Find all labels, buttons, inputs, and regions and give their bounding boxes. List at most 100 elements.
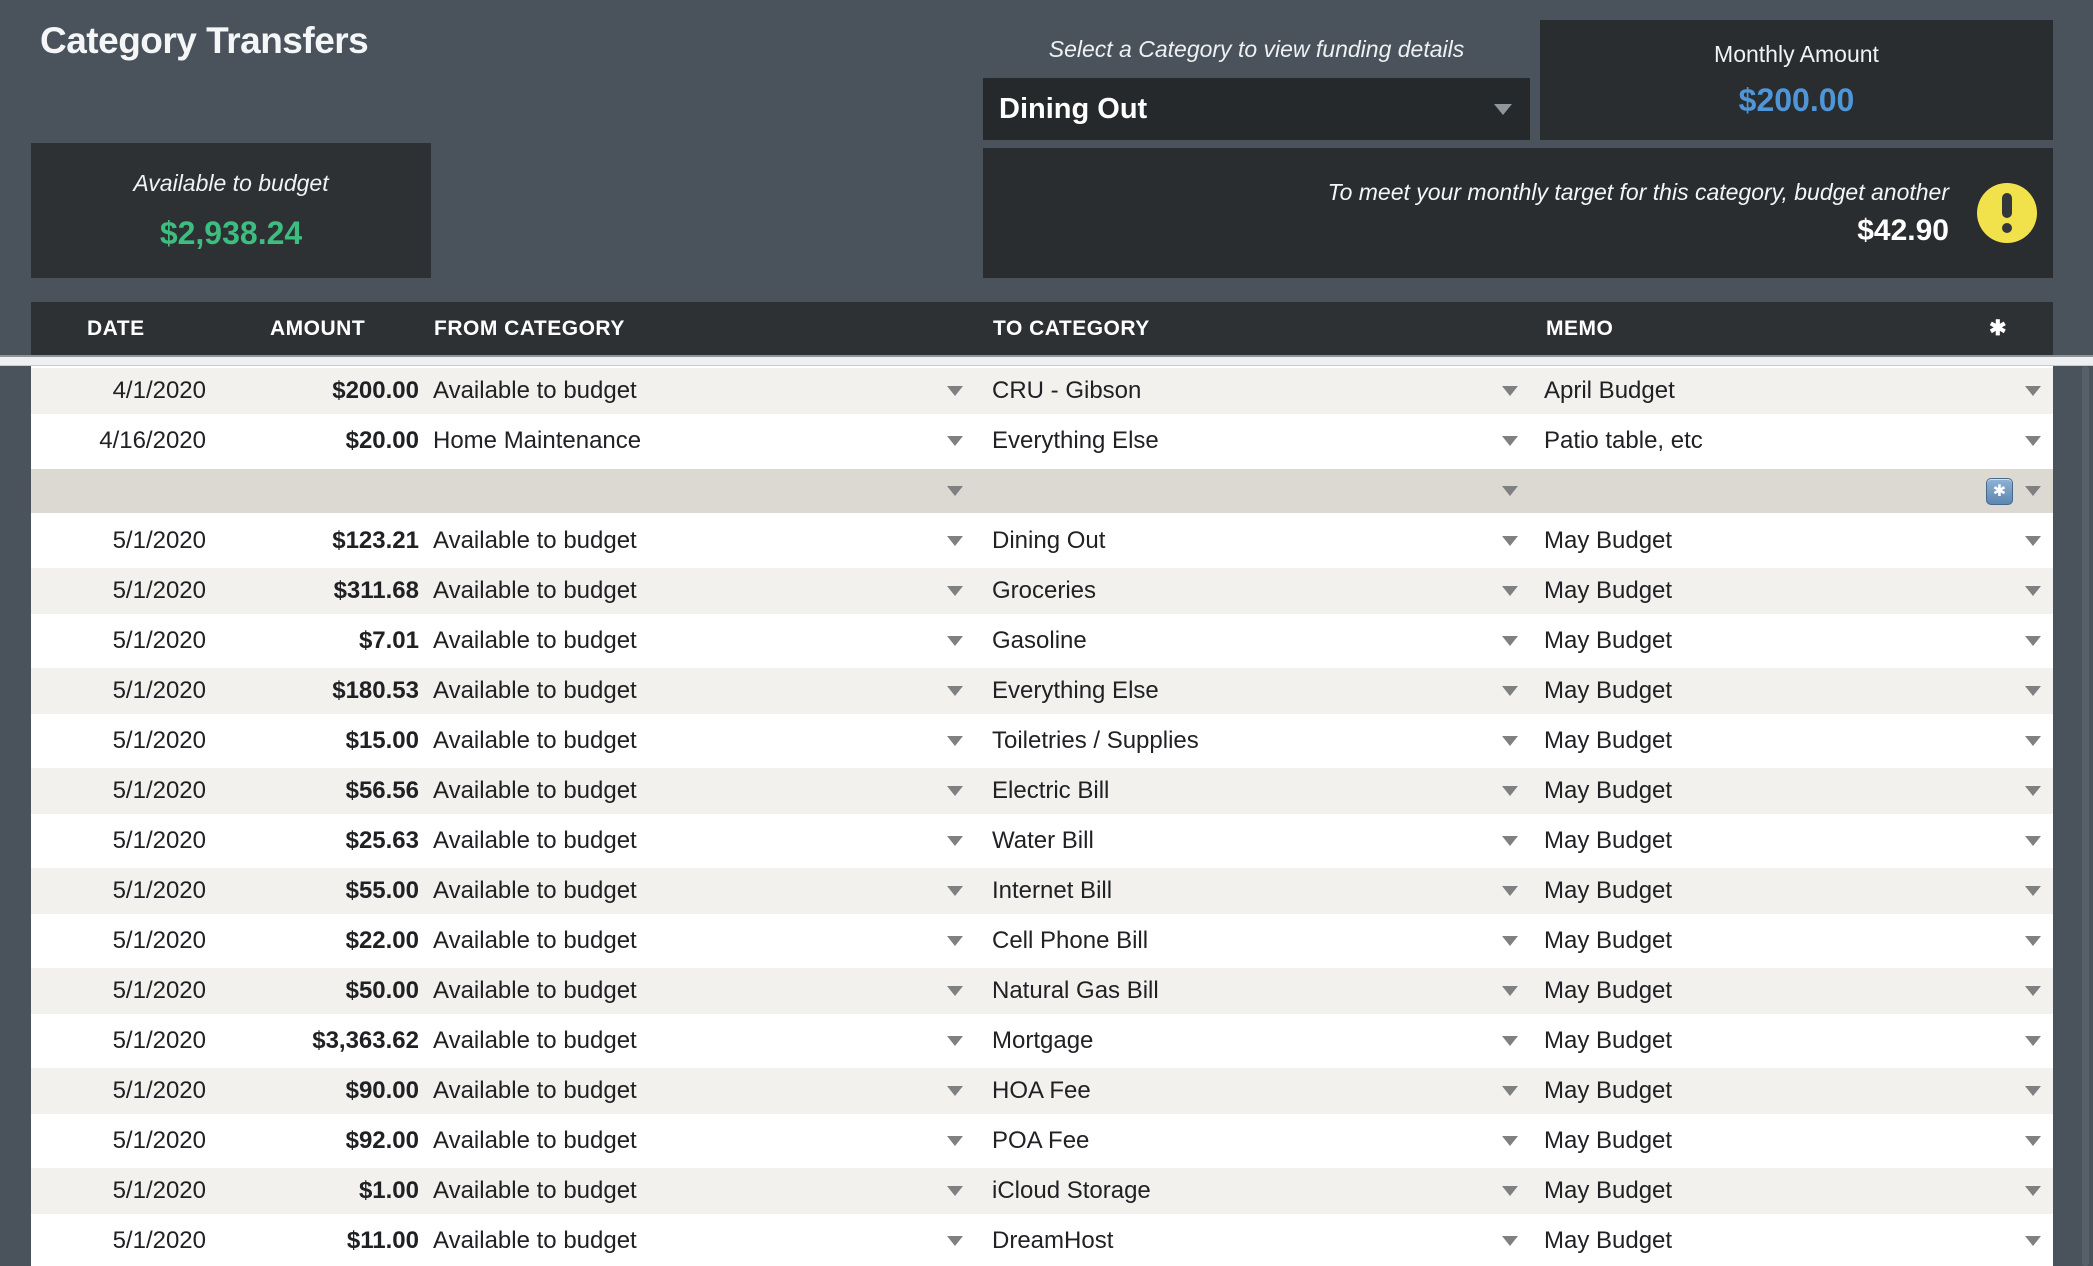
from-category-dropdown[interactable]: Available to budget [419,666,975,716]
from-category-dropdown[interactable]: Available to budget [419,366,975,416]
memo-dropdown[interactable]: May Budget [1530,916,2053,966]
caret-down-icon [947,786,963,796]
memo-dropdown[interactable]: May Budget [1530,1016,2053,1066]
date-cell[interactable]: 5/1/2020 [31,1066,208,1116]
amount-cell[interactable]: $15.00 [208,716,419,766]
memo-dropdown[interactable]: May Budget [1530,566,2053,616]
from-category-dropdown[interactable]: Available to budget [419,816,975,866]
amount-cell[interactable]: $50.00 [208,966,419,1016]
from-category-dropdown[interactable]: Available to budget [419,866,975,916]
memo-dropdown[interactable]: May Budget [1530,516,2053,566]
amount-cell[interactable]: $90.00 [208,1066,419,1116]
date-cell[interactable]: 5/1/2020 [31,716,208,766]
memo-dropdown[interactable]: May Budget [1530,666,2053,716]
to-category-dropdown[interactable]: Internet Bill [975,866,1530,916]
vertical-scrollbar[interactable] [2082,366,2089,1266]
amount-cell[interactable]: $3,363.62 [208,1016,419,1066]
amount-cell[interactable]: $92.00 [208,1116,419,1166]
date-cell[interactable]: 5/1/2020 [31,816,208,866]
to-category-dropdown[interactable]: DreamHost [975,1216,1530,1266]
from-category-dropdown[interactable]: Available to budget [419,1166,975,1216]
memo-dropdown[interactable]: April Budget [1530,366,2053,416]
caret-down-icon [947,1036,963,1046]
to-category-dropdown[interactable]: Groceries [975,566,1530,616]
date-cell[interactable]: 5/1/2020 [31,1216,208,1266]
memo-dropdown[interactable]: May Budget [1530,1216,2053,1266]
memo-dropdown[interactable]: May Budget [1530,1116,2053,1166]
memo-dropdown[interactable]: ✱ [1530,466,2053,516]
from-category-dropdown[interactable]: Available to budget [419,1016,975,1066]
amount-cell[interactable]: $56.56 [208,766,419,816]
amount-cell[interactable]: $20.00 [208,416,419,466]
date-cell[interactable]: 5/1/2020 [31,1016,208,1066]
to-category-dropdown[interactable]: HOA Fee [975,1066,1530,1116]
horizontal-scrollbar[interactable] [0,355,2093,366]
date-cell[interactable] [31,466,208,516]
from-category-dropdown[interactable]: Available to budget [419,1066,975,1116]
from-category-dropdown[interactable] [419,466,975,516]
date-cell[interactable]: 5/1/2020 [31,516,208,566]
to-category-dropdown[interactable]: Gasoline [975,616,1530,666]
date-cell[interactable]: 5/1/2020 [31,866,208,916]
to-category-dropdown[interactable]: Water Bill [975,816,1530,866]
date-cell[interactable]: 5/1/2020 [31,616,208,666]
memo-dropdown[interactable]: May Budget [1530,1066,2053,1116]
new-entry-asterisk-button[interactable]: ✱ [1986,477,2013,505]
to-category-dropdown[interactable]: POA Fee [975,1116,1530,1166]
amount-cell[interactable] [208,466,419,516]
to-category-dropdown[interactable]: Everything Else [975,666,1530,716]
memo-dropdown[interactable]: May Budget [1530,716,2053,766]
from-category-dropdown[interactable]: Available to budget [419,566,975,616]
date-cell[interactable]: 5/1/2020 [31,966,208,1016]
amount-cell[interactable]: $11.00 [208,1216,419,1266]
date-cell[interactable]: 5/1/2020 [31,766,208,816]
from-category-dropdown[interactable]: Available to budget [419,616,975,666]
to-category-dropdown[interactable]: Toiletries / Supplies [975,716,1530,766]
memo-dropdown[interactable]: May Budget [1530,816,2053,866]
amount-cell[interactable]: $22.00 [208,916,419,966]
table-row: 5/1/2020 $25.63 Available to budget Wate… [31,816,2053,866]
date-cell[interactable]: 5/1/2020 [31,666,208,716]
to-category-dropdown[interactable]: Electric Bill [975,766,1530,816]
date-cell[interactable]: 5/1/2020 [31,1116,208,1166]
to-category-dropdown[interactable]: iCloud Storage [975,1166,1530,1216]
date-cell[interactable]: 4/1/2020 [31,366,208,416]
from-category-dropdown[interactable]: Available to budget [419,516,975,566]
page-title: Category Transfers [40,20,369,61]
amount-cell[interactable]: $200.00 [208,366,419,416]
memo-dropdown[interactable]: May Budget [1530,616,2053,666]
memo-dropdown[interactable]: May Budget [1530,766,2053,816]
to-category-dropdown[interactable]: Dining Out [975,516,1530,566]
to-category-dropdown[interactable]: Cell Phone Bill [975,916,1530,966]
from-category-dropdown[interactable]: Available to budget [419,916,975,966]
to-category-dropdown[interactable]: Natural Gas Bill [975,966,1530,1016]
to-category-dropdown[interactable]: Everything Else [975,416,1530,466]
amount-cell[interactable]: $180.53 [208,666,419,716]
to-category-dropdown[interactable] [975,466,1530,516]
caret-down-icon [1502,436,1518,446]
from-category-dropdown[interactable]: Available to budget [419,766,975,816]
from-category-dropdown[interactable]: Available to budget [419,716,975,766]
date-cell[interactable]: 5/1/2020 [31,916,208,966]
memo-dropdown[interactable]: May Budget [1530,866,2053,916]
amount-cell[interactable]: $123.21 [208,516,419,566]
memo-dropdown[interactable]: May Budget [1530,1166,2053,1216]
category-dropdown[interactable]: Dining Out [983,78,1530,140]
memo-dropdown[interactable]: May Budget [1530,966,2053,1016]
from-category-dropdown[interactable]: Available to budget [419,1216,975,1266]
available-to-budget-value: $2,938.24 [159,214,303,251]
memo-dropdown[interactable]: Patio table, etc [1530,416,2053,466]
amount-cell[interactable]: $25.63 [208,816,419,866]
date-cell[interactable]: 5/1/2020 [31,566,208,616]
amount-cell[interactable]: $55.00 [208,866,419,916]
amount-cell[interactable]: $1.00 [208,1166,419,1216]
to-category-dropdown[interactable]: CRU - Gibson [975,366,1530,416]
date-cell[interactable]: 4/16/2020 [31,416,208,466]
amount-cell[interactable]: $311.68 [208,566,419,616]
amount-cell[interactable]: $7.01 [208,616,419,666]
from-category-dropdown[interactable]: Home Maintenance [419,416,975,466]
to-category-dropdown[interactable]: Mortgage [975,1016,1530,1066]
date-cell[interactable]: 5/1/2020 [31,1166,208,1216]
from-category-dropdown[interactable]: Available to budget [419,1116,975,1166]
from-category-dropdown[interactable]: Available to budget [419,966,975,1016]
